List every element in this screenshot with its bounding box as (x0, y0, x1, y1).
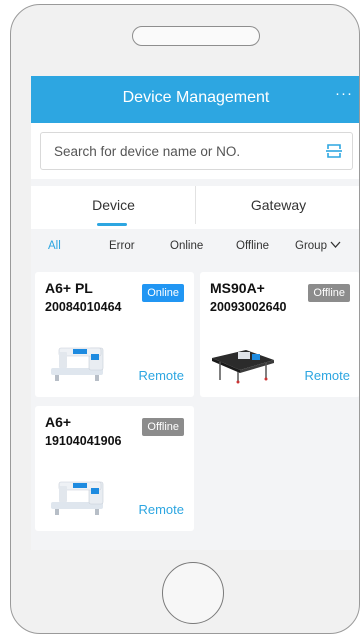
device-model: A6+ (45, 414, 72, 430)
scan-icon[interactable] (325, 142, 343, 160)
filter-offline[interactable]: Offline (236, 240, 269, 252)
machine-table-icon (212, 350, 274, 384)
chevron-down-icon (330, 242, 341, 249)
speaker-slot (132, 26, 260, 46)
app-screen: Device Management ··· Search for device … (31, 76, 359, 550)
title-bar: Device Management ··· (31, 76, 359, 123)
filter-error[interactable]: Error (109, 240, 135, 252)
filter-group-label: Group (295, 240, 327, 252)
page-title: Device Management (122, 89, 270, 106)
device-card[interactable]: A6+ PL 20084010464 Online Remote (35, 272, 194, 397)
filter-bar: All Error Online Offline Group (31, 230, 359, 266)
remote-button[interactable]: Remote (138, 368, 184, 383)
active-tab-indicator (97, 223, 127, 226)
filter-online[interactable]: Online (170, 240, 203, 252)
remote-button[interactable]: Remote (138, 502, 184, 517)
more-menu-button[interactable]: ··· (335, 85, 353, 102)
search-placeholder: Search for device name or NO. (54, 144, 241, 159)
status-badge: Online (142, 284, 184, 302)
device-model: A6+ PL (45, 280, 93, 296)
sewing-machine-icon (51, 481, 104, 515)
search-bar: Search for device name or NO. (31, 123, 359, 179)
search-input[interactable]: Search for device name or NO. (40, 132, 353, 170)
device-card[interactable]: A6+ 19104041906 Offline Remote (35, 406, 194, 531)
device-serial: 20084010464 (45, 300, 122, 314)
device-card[interactable]: MS90A+ 20093002640 Offline Remote (200, 272, 359, 397)
status-badge: Offline (142, 418, 184, 436)
sewing-machine-icon (51, 347, 104, 381)
device-serial: 20093002640 (210, 300, 287, 314)
remote-button[interactable]: Remote (304, 368, 350, 383)
tab-bar: Device Gateway (31, 186, 359, 229)
filter-all[interactable]: All (48, 240, 61, 252)
status-badge: Offline (308, 284, 350, 302)
filter-group[interactable]: Group (295, 240, 341, 252)
device-model: MS90A+ (210, 280, 265, 296)
device-serial: 19104041906 (45, 434, 122, 448)
home-button[interactable] (162, 562, 224, 624)
phone-frame: Device Management ··· Search for device … (10, 4, 360, 634)
tab-gateway-label: Gateway (250, 197, 307, 213)
tab-device-label: Device (92, 197, 135, 213)
tab-gateway[interactable]: Gateway (196, 186, 359, 229)
